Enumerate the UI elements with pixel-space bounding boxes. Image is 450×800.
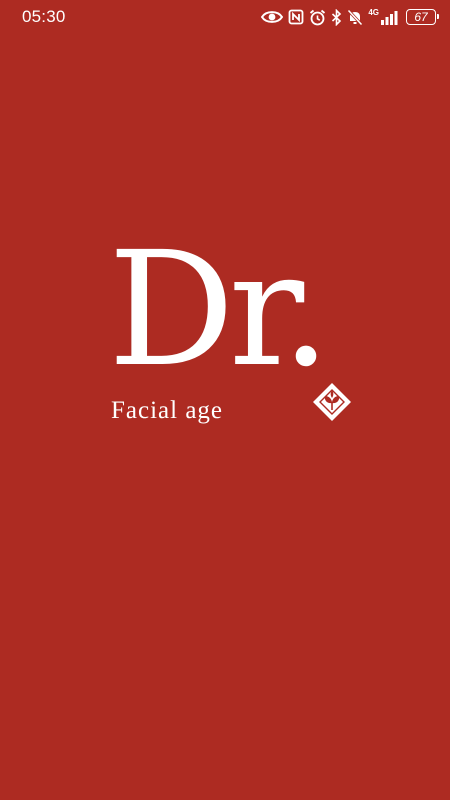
logo-wordmark: Dr. — [108, 218, 331, 402]
battery-icon: 67 — [406, 9, 439, 25]
logo-subtitle: Facial age — [111, 397, 226, 425]
network-type-label: 4G — [368, 8, 379, 17]
status-bar: 05:30 4G 67 — [0, 0, 450, 34]
nfc-icon — [288, 9, 304, 25]
battery-level: 67 — [414, 10, 428, 24]
leaf-diamond-icon — [311, 381, 353, 428]
bluetooth-icon — [331, 8, 342, 26]
eye-icon — [261, 9, 284, 25]
alarm-icon — [309, 9, 326, 26]
status-icons: 4G 67 — [261, 7, 439, 27]
app-logo: Dr. Facial age — [108, 230, 353, 435]
silent-icon — [347, 8, 363, 26]
signal-icon — [381, 9, 401, 25]
status-time: 05:30 — [22, 7, 66, 26]
